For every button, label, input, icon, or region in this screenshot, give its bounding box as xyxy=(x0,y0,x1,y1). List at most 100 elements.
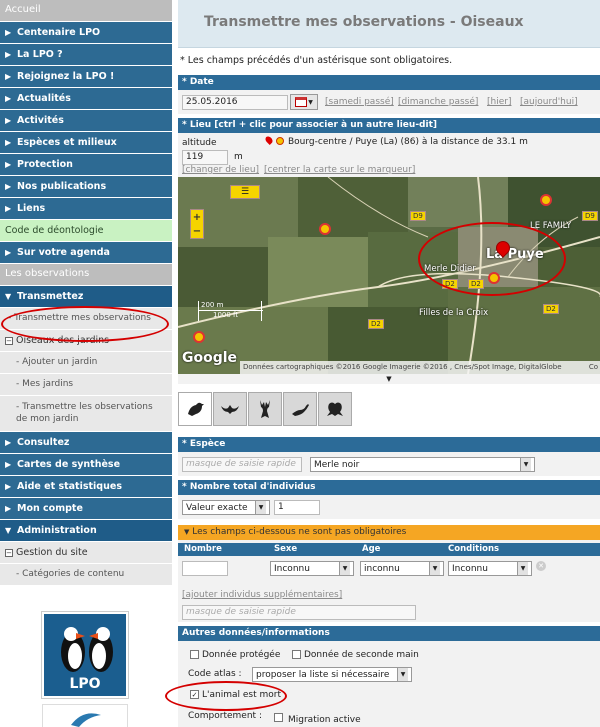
sidebar-item-label: Transmettez xyxy=(17,291,84,302)
date-link-hier[interactable]: [hier] xyxy=(487,97,511,107)
observation-marker[interactable] xyxy=(193,331,205,343)
tab-mammiferes[interactable] xyxy=(248,392,282,426)
date-link-aujourdhui[interactable]: [aujourd'hui] xyxy=(520,97,578,107)
remove-row-icon[interactable]: ✕ xyxy=(536,561,546,571)
sidebar-item-agenda[interactable]: ▶ Sur votre agenda xyxy=(0,242,172,264)
protected-checkbox[interactable] xyxy=(190,650,199,659)
scale-imperial: 1000 ft xyxy=(213,311,239,319)
autres-section-header: Autres données/informations xyxy=(178,626,600,641)
sidebar-item-aide[interactable]: ▶ Aide et statistiques xyxy=(0,476,172,498)
count-input[interactable]: 1 xyxy=(274,500,320,515)
date-input[interactable]: 25.05.2016 xyxy=(182,95,288,110)
sidebar-item-label: Nos publications xyxy=(17,181,107,192)
comportement-label: Comportement : xyxy=(188,711,262,721)
chevron-right-icon: ▶ xyxy=(5,460,12,469)
deer-icon xyxy=(260,400,270,418)
add-individuals-link[interactable]: [ajouter individus supplémentaires] xyxy=(182,590,342,600)
map-attribution: Données cartographiques ©2016 Google Ima… xyxy=(240,361,600,374)
date-link-samedi[interactable]: [samedi passé] xyxy=(325,97,394,107)
migration-label: Migration active xyxy=(288,715,361,725)
layers-button[interactable]: ☰ xyxy=(230,185,260,199)
sidebar-subitem-categories[interactable]: - Catégories de contenu xyxy=(0,564,172,586)
age-select[interactable]: inconnu ▼ xyxy=(360,561,444,576)
sidebar-item-liens[interactable]: ▶ Liens xyxy=(0,198,172,220)
road-label-d9: D9 xyxy=(410,211,426,221)
center-map-link[interactable]: [centrer la carte sur le marqueur] xyxy=(264,165,415,175)
sidebar-subitem-gestion-site[interactable]: − Gestion du site xyxy=(0,542,172,564)
sidebar-item-label: La LPO ? xyxy=(17,49,63,60)
required-note: * Les champs précédés d'un astérisque so… xyxy=(180,55,453,66)
second-hand-checkbox[interactable] xyxy=(292,650,301,659)
chevron-down-icon: ▼ xyxy=(339,562,350,575)
tab-reptiles[interactable] xyxy=(283,392,317,426)
optional-section-header[interactable]: ▼ Les champs ci-dessous ne sont pas obli… xyxy=(178,525,600,540)
lpo-logo[interactable]: LPO xyxy=(41,611,129,699)
chevron-right-icon: ▶ xyxy=(5,248,12,257)
secondary-logo[interactable] xyxy=(42,704,128,727)
change-location-link[interactable]: [changer de lieu] xyxy=(182,165,259,175)
sidebar-item-centenaire[interactable]: ▶ Centenaire LPO xyxy=(0,22,172,44)
altitude-input[interactable]: 119 xyxy=(182,150,228,165)
sidebar-item-la-lpo[interactable]: ▶ La LPO ? xyxy=(0,44,172,66)
date-section-header: * Date xyxy=(178,75,600,90)
individuals-grid-header: Nombre Sexe Age Conditions xyxy=(178,543,600,556)
scale-line xyxy=(199,310,263,311)
collapse-icon[interactable]: − xyxy=(5,549,13,557)
count-type-select[interactable]: Valeur exacte ▼ xyxy=(182,500,270,515)
page-title: Transmettre mes observations - Oiseaux xyxy=(204,14,524,30)
sidebar-header-accueil[interactable]: Accueil xyxy=(0,0,172,22)
sidebar-item-transmettez[interactable]: ▼ Transmettez xyxy=(0,286,172,308)
sidebar-item-publications[interactable]: ▶ Nos publications xyxy=(0,176,172,198)
date-section: 25.05.2016 ▼ [samedi passé] [dimanche pa… xyxy=(178,90,600,114)
tab-oiseaux[interactable] xyxy=(178,392,212,426)
sidebar-item-consultez[interactable]: ▶ Consultez xyxy=(0,432,172,454)
observation-marker[interactable] xyxy=(319,223,331,235)
sidebar-item-protection[interactable]: ▶ Protection xyxy=(0,154,172,176)
sidebar-item-mon-compte[interactable]: ▶ Mon compte xyxy=(0,498,172,520)
sidebar-item-code-deontologie[interactable]: Code de déontologie xyxy=(0,220,172,242)
tab-amphibiens[interactable] xyxy=(318,392,352,426)
map-collapse-arrow[interactable]: ▼ xyxy=(178,374,600,384)
poi-label-filles: Filles de la Croix xyxy=(419,308,489,318)
conditions-select[interactable]: Inconnu ▼ xyxy=(448,561,532,576)
migration-checkbox[interactable] xyxy=(274,713,283,722)
individual-count-input[interactable] xyxy=(182,561,228,576)
sexe-select[interactable]: Inconnu ▼ xyxy=(270,561,354,576)
scale-metric: 200 m xyxy=(201,301,224,309)
location-text: Bourg-centre / Puye (La) (86) à la dista… xyxy=(288,137,528,147)
sidebar-item-label: Consultez xyxy=(17,437,70,448)
sidebar-subitem-transmettre-jardin[interactable]: - Transmettre les observations de mon ja… xyxy=(0,396,172,432)
bat-icon xyxy=(221,405,239,414)
sidebar-subitem-ajouter-jardin[interactable]: - Ajouter un jardin xyxy=(0,352,172,374)
sidebar-subitem-mes-jardins[interactable]: - Mes jardins xyxy=(0,374,172,396)
puffin-icon xyxy=(61,627,113,672)
sidebar-item-administration[interactable]: ▼ Administration xyxy=(0,520,172,542)
lieu-section-header: * Lieu [ctrl + clic pour associer à un a… xyxy=(178,118,600,133)
lizard-icon xyxy=(292,404,309,416)
sidebar-item-cartes[interactable]: ▶ Cartes de synthèse xyxy=(0,454,172,476)
sidebar-item-especes[interactable]: ▶ Espèces et milieux xyxy=(0,132,172,154)
bird-logo-icon xyxy=(71,713,101,727)
collapse-icon[interactable]: − xyxy=(5,337,13,345)
sidebar-item-rejoignez[interactable]: ▶ Rejoignez la LPO ! xyxy=(0,66,172,88)
code-atlas-select[interactable]: proposer la liste si nécessaire ▼ xyxy=(252,667,412,682)
tab-chauves-souris[interactable] xyxy=(213,392,247,426)
species-quick-input[interactable]: masque de saisie rapide xyxy=(182,457,302,472)
individuals-quick-input[interactable]: masque de saisie rapide xyxy=(182,605,416,620)
sidebar-item-actualites[interactable]: ▶ Actualités xyxy=(0,88,172,110)
calendar-button[interactable]: ▼ xyxy=(290,94,318,110)
chevron-down-icon: ▼ xyxy=(308,98,313,106)
observation-marker[interactable] xyxy=(540,194,552,206)
chevron-right-icon: ▶ xyxy=(5,504,12,513)
date-link-dimanche[interactable]: [dimanche passé] xyxy=(398,97,478,107)
chevron-down-icon: ▼ xyxy=(5,292,12,301)
species-selected: Merle noir xyxy=(314,459,360,470)
sidebar-item-label: Activités xyxy=(17,115,64,126)
code-atlas-selected: proposer la liste si nécessaire xyxy=(256,669,390,680)
col-nombre: Nombre xyxy=(184,544,222,554)
sidebar-item-activites[interactable]: ▶ Activités xyxy=(0,110,172,132)
species-select[interactable]: Merle noir ▼ xyxy=(310,457,535,472)
location-dot-icon xyxy=(276,137,284,145)
zoom-in-button[interactable]: + xyxy=(193,212,201,223)
zoom-out-button[interactable]: − xyxy=(193,226,201,237)
